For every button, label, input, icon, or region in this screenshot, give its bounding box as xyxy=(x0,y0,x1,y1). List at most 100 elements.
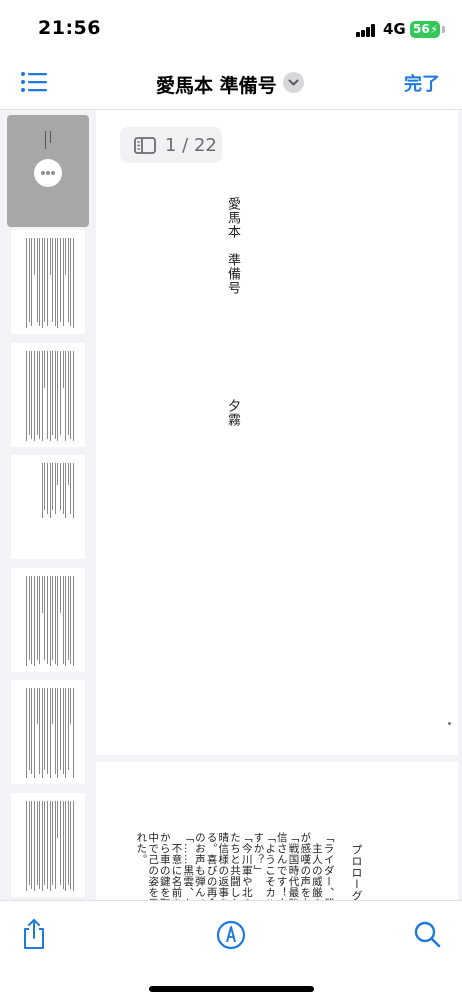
thumbnail-text-column xyxy=(44,238,46,322)
charging-bolt-icon: ⚡ xyxy=(430,23,438,36)
thumbnail-text-column xyxy=(70,688,72,724)
page-mark xyxy=(448,722,451,725)
thumbnail-text-column xyxy=(67,576,69,660)
thumbnail-text-column xyxy=(70,576,72,664)
thumbnail-text-column xyxy=(67,688,69,770)
document-page-1: 1 / 22 愛馬本 準備号 夕霧 xyxy=(96,110,458,755)
page-title-vertical: 愛馬本 準備号 xyxy=(225,197,240,295)
text-line: が感嘆の声を上げ xyxy=(299,832,312,900)
thumbnail-text-column xyxy=(31,351,33,439)
thumbnail-page-1[interactable] xyxy=(7,115,89,227)
thumbnail-text-column xyxy=(49,688,51,778)
status-time: 21:56 xyxy=(38,17,101,39)
thumbnail-text-column xyxy=(60,801,61,885)
chevron-down-icon[interactable] xyxy=(283,72,304,93)
thumbnail-text-column xyxy=(49,576,51,666)
document-title[interactable]: 愛馬本 準備号 xyxy=(156,71,277,98)
thumbnail-text-column xyxy=(28,238,30,322)
thumbnail-text-column xyxy=(47,238,48,326)
thumbnail-text-column xyxy=(41,576,43,613)
thumbnail-text-column xyxy=(49,238,51,275)
thumbnail-text-column xyxy=(34,238,35,275)
thumbnail-text-column xyxy=(26,801,28,891)
thumbnail-page-7[interactable] xyxy=(11,793,85,897)
thumbnail-text-column xyxy=(26,351,28,441)
done-button[interactable]: 完了 xyxy=(404,70,440,96)
thumbnail-text-column xyxy=(73,801,74,891)
thumbnail-text-column xyxy=(73,688,74,778)
thumbnail-text-column xyxy=(62,576,64,664)
thumbnail-text-column xyxy=(52,576,54,660)
thumbnail-text-column xyxy=(28,351,30,435)
thumbnail-text-column xyxy=(57,351,59,441)
ellipsis-icon[interactable] xyxy=(34,159,62,187)
thumbnail-text-column xyxy=(57,801,59,838)
thumbnail-page-6[interactable] xyxy=(11,680,85,784)
thumbnail-text-column xyxy=(44,351,46,388)
thumbnail-text-column xyxy=(49,351,51,441)
thumbnail-text-column xyxy=(39,238,41,326)
text-line: たちと共闘した xyxy=(229,832,241,900)
thumbnail-page-4[interactable] xyxy=(11,455,85,559)
document-view[interactable]: 1 / 22 愛馬本 準備号 夕霧 プロローグ 「ライダー、武田 主人の威厳のあが… xyxy=(96,110,462,900)
thumbnail-text-column xyxy=(28,576,30,660)
thumbnail-text-column xyxy=(60,688,61,770)
cellular-signal-icon xyxy=(356,24,376,37)
text-line: れた。 xyxy=(135,832,148,865)
text-line: る。喜びの再会 xyxy=(205,832,218,900)
thumbnail-text-column xyxy=(34,688,35,778)
thumbnail-text-column xyxy=(31,238,33,326)
markup-pen-icon[interactable] xyxy=(215,917,247,951)
thumbnail-text-column xyxy=(67,463,69,485)
thumbnail-text-column xyxy=(57,688,59,778)
thumbnail-text-column xyxy=(70,463,72,514)
thumbnail-text-column xyxy=(70,801,72,889)
text-line: すか？」 xyxy=(252,832,265,876)
share-icon[interactable] xyxy=(18,917,50,951)
thumbnail-text-column xyxy=(62,688,64,774)
status-bar: 21:56 4G 56 ⚡ xyxy=(0,0,462,58)
text-line: から車の鍵を取 xyxy=(158,832,171,900)
thumbnail-text-column xyxy=(73,463,74,518)
thumbnail-text-column xyxy=(54,351,56,439)
page-indicator[interactable]: 1 / 22 xyxy=(120,127,222,163)
home-indicator xyxy=(149,986,314,992)
thumbnail-text-column xyxy=(26,576,28,666)
thumbnail-text-column xyxy=(49,463,51,518)
thumbnail-text-column xyxy=(67,238,69,322)
thumbnail-text-column xyxy=(70,238,72,326)
thumbnail-sidebar[interactable] xyxy=(0,110,96,900)
list-icon[interactable] xyxy=(20,71,48,93)
sidebar-icon xyxy=(134,137,156,154)
thumbnail-text-column xyxy=(65,801,67,891)
thumbnail-text-column xyxy=(54,238,56,326)
thumbnail-text-column xyxy=(26,238,28,328)
text-line: のお声も弾んでい xyxy=(193,832,206,900)
thumbnail-text-column xyxy=(44,688,46,770)
battery-level: 56 xyxy=(413,22,430,36)
thumbnail-page-3[interactable] xyxy=(11,343,85,447)
text-line: 「……黒雲、お前 xyxy=(182,832,195,900)
bottom-toolbar xyxy=(0,900,462,1000)
thumbnail-text-column xyxy=(70,351,72,439)
search-icon[interactable] xyxy=(412,917,444,951)
thumbnail-text-column xyxy=(41,801,43,891)
thumbnail-text-column xyxy=(54,801,56,889)
thumbnail-text-column xyxy=(60,351,61,435)
text-line: 「戦国時代最強の xyxy=(287,832,300,900)
thumbnail-text-column xyxy=(65,688,67,778)
thumbnail-text-column xyxy=(36,576,38,660)
thumbnail-text-column xyxy=(52,351,54,435)
thumbnail-page-5[interactable] xyxy=(11,568,85,672)
battery-icon: 56 ⚡ xyxy=(410,21,440,38)
text-line: 主人の威厳のあ xyxy=(310,832,323,900)
thumbnail-page-2[interactable] xyxy=(11,230,85,334)
thumbnail-text-column xyxy=(44,463,46,510)
text-line: 「ようこそカルデ xyxy=(264,832,277,900)
thumbnail-text-column xyxy=(26,688,28,778)
thumbnail-text-column xyxy=(41,688,43,778)
thumbnail-text-column xyxy=(47,801,48,889)
battery-cap xyxy=(442,26,445,33)
network-type: 4G xyxy=(383,20,406,38)
thumbnail-text-column xyxy=(57,238,59,328)
